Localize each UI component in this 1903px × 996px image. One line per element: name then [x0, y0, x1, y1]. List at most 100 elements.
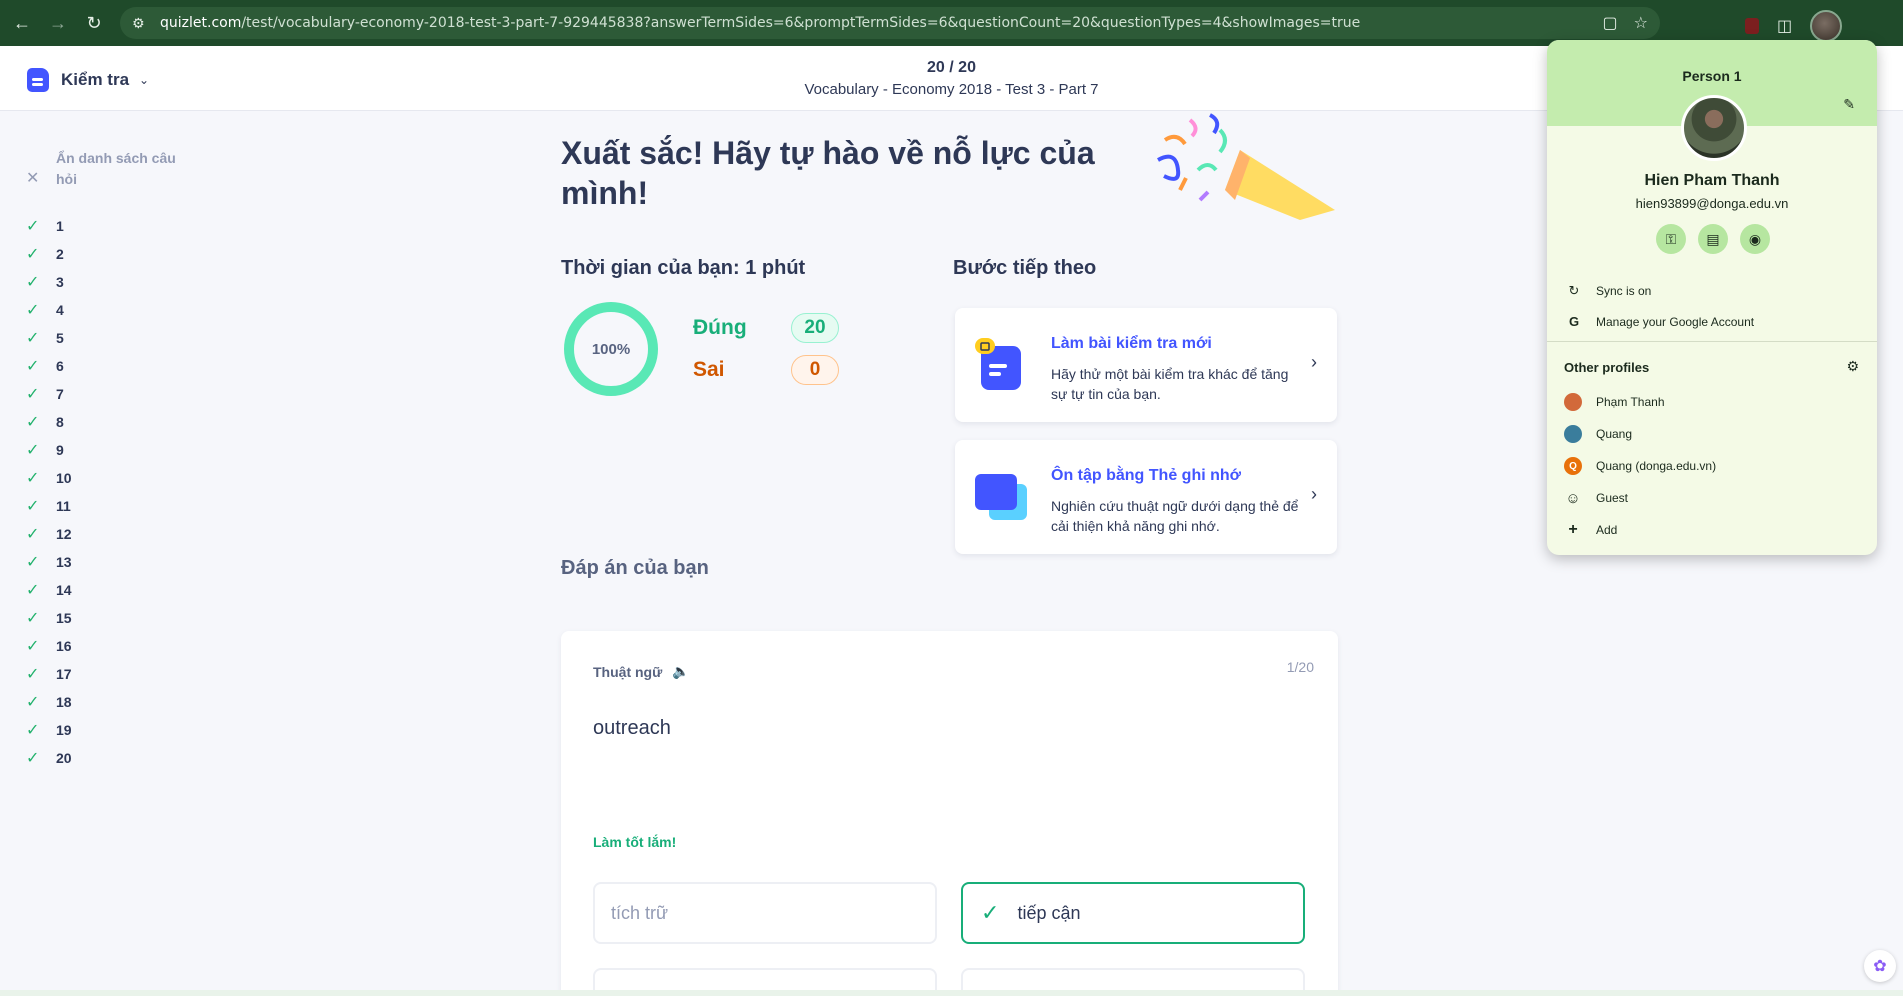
sync-icon: ↻	[1568, 283, 1580, 298]
profile-item-quang-donga[interactable]: Q Quang (donga.edu.vn)	[1564, 457, 1716, 475]
speaker-icon[interactable]: 🔈	[672, 663, 689, 680]
extension-icon[interactable]	[1745, 18, 1759, 34]
question-number: 1	[56, 218, 64, 234]
manage-account-label: Manage your Google Account	[1596, 314, 1755, 329]
result-headline: Xuất sắc! Hãy tự hào về nỗ lực của mình!	[561, 135, 1095, 211]
question-list-item[interactable]: ✓ 17	[26, 660, 186, 688]
back-icon[interactable]: ←	[8, 9, 36, 37]
question-list-item[interactable]: ✓ 11	[26, 492, 186, 520]
question-number: 8	[56, 414, 64, 430]
check-icon: ✓	[26, 638, 40, 655]
check-icon: ✓	[26, 470, 40, 487]
question-list-item[interactable]: ✓ 12	[26, 520, 186, 548]
check-icon: ✓	[26, 274, 40, 291]
feedback-text: Làm tốt lắm!	[593, 834, 677, 850]
question-list-item[interactable]: ✓ 8	[26, 408, 186, 436]
avatar	[1681, 95, 1747, 161]
hide-list-label: Ẩn danh sách câu hỏi	[56, 150, 176, 187]
check-icon: ✓	[26, 498, 40, 515]
profile-item-guest[interactable]: ☺ Guest	[1564, 489, 1628, 507]
url-text[interactable]: quizlet.com/test/vocabulary-economy-2018…	[160, 15, 1360, 31]
question-list-item[interactable]: ✓ 20	[26, 744, 186, 772]
question-number: 11	[56, 498, 71, 514]
answer-option-correct[interactable]: ✓ tiếp cận	[961, 882, 1305, 944]
question-list-item[interactable]: ✓ 19	[26, 716, 186, 744]
question-number: 17	[56, 666, 72, 682]
question-list-item[interactable]: ✓ 16	[26, 632, 186, 660]
question-sidebar: ✕ Ẩn danh sách câu hỏi ✓ 1 ✓ 2 ✓ 3 ✓ 4 ✓ 5 ✓ 6 ✓ 7 ✓ 8 ✓…	[26, 148, 186, 772]
question-list-item[interactable]: ✓ 3	[26, 268, 186, 296]
question-number: 4	[56, 302, 64, 318]
gear-icon[interactable]: ⚙	[1846, 358, 1859, 375]
profile-item-pham-thanh[interactable]: Phạm Thanh	[1564, 393, 1665, 411]
chevron-right-icon: ›	[1311, 484, 1317, 504]
check-icon: ✓	[26, 414, 40, 431]
bookmark-star-icon[interactable]: ☆	[1634, 13, 1648, 33]
address-pin-icon[interactable]: ◉	[1740, 224, 1770, 254]
question-number: 14	[56, 582, 72, 598]
score-ring: 100%	[564, 302, 658, 396]
question-list-item[interactable]: ✓ 2	[26, 240, 186, 268]
person-label: Person 1	[1682, 68, 1742, 84]
new-test-desc: Hãy thử một bài kiểm tra khác để tăng sự…	[1051, 366, 1289, 402]
close-icon: ✕	[26, 170, 40, 187]
question-list: ✓ 1 ✓ 2 ✓ 3 ✓ 4 ✓ 5 ✓ 6 ✓ 7 ✓ 8 ✓ 9 ✓ 10 ✓ 11 ✓ 12 ✓ 13 ✓ 14 ✓ 15 ✓ 16 ✓…	[26, 212, 186, 772]
reload-icon[interactable]: ↻	[80, 9, 108, 37]
profile-avatar-button[interactable]	[1810, 10, 1843, 42]
manage-account-row[interactable]: G Manage your Google Account	[1564, 314, 1754, 329]
wrong-label: Sai	[693, 358, 725, 381]
question-list-item[interactable]: ✓ 4	[26, 296, 186, 324]
assistant-icon[interactable]: ✿	[1864, 950, 1896, 982]
question-number: 19	[56, 722, 72, 738]
question-list-item[interactable]: ✓ 5	[26, 324, 186, 352]
password-key-icon[interactable]: ⚿	[1656, 224, 1686, 254]
question-number: 16	[56, 638, 72, 654]
check-icon: ✓	[26, 386, 40, 403]
question-list-item[interactable]: ✓ 7	[26, 380, 186, 408]
edit-pencil-icon[interactable]: ✎	[1843, 96, 1855, 113]
question-list-item[interactable]: ✓ 1	[26, 212, 186, 240]
question-number: 13	[56, 554, 72, 570]
install-app-icon[interactable]: ▢	[1603, 13, 1618, 33]
check-icon: ✓	[26, 246, 40, 263]
sync-status-row[interactable]: ↻ Sync is on	[1564, 283, 1652, 299]
question-number: 9	[56, 442, 64, 458]
question-number: 20	[56, 750, 72, 766]
avatar	[1564, 425, 1582, 443]
question-list-item[interactable]: ✓ 18	[26, 688, 186, 716]
payment-card-icon[interactable]: ▤	[1698, 224, 1728, 254]
flashcards-title: Ôn tập bằng Thẻ ghi nhớ	[1051, 467, 1242, 484]
wrong-score: Sai 0	[693, 355, 839, 385]
question-number: 7	[56, 386, 64, 402]
add-profile-row[interactable]: + Add	[1564, 521, 1617, 539]
question-list-item[interactable]: ✓ 15	[26, 604, 186, 632]
new-test-card[interactable]: Làm bài kiểm tra mới Hãy thử một bài kiể…	[955, 308, 1337, 422]
question-number: 10	[56, 470, 72, 486]
profile-item-label: Quang (donga.edu.vn)	[1596, 459, 1717, 473]
check-icon: ✓	[26, 218, 40, 235]
flashcards-card[interactable]: Ôn tập bằng Thẻ ghi nhớ Nghiên cứu thuật…	[955, 440, 1337, 554]
question-list-item[interactable]: ✓ 13	[26, 548, 186, 576]
plus-icon: +	[1568, 521, 1578, 538]
time-title: Thời gian của bạn: 1 phút	[561, 257, 806, 279]
question-list-item[interactable]: ✓ 6	[26, 352, 186, 380]
profile-item-quang[interactable]: Quang	[1564, 425, 1632, 443]
hide-question-list-button[interactable]: ✕ Ẩn danh sách câu hỏi	[26, 148, 186, 190]
check-icon: ✓	[26, 666, 40, 683]
forward-icon[interactable]: →	[44, 9, 72, 37]
address-bar[interactable]: ⚙ quizlet.com/test/vocabulary-economy-20…	[120, 7, 1660, 39]
question-list-item[interactable]: ✓ 10	[26, 464, 186, 492]
extensions-puzzle-icon[interactable]: ◫	[1777, 16, 1792, 36]
answers-title: Đáp án của bạn	[561, 557, 709, 579]
check-icon: ✓	[26, 722, 40, 739]
question-list-item[interactable]: ✓ 14	[26, 576, 186, 604]
score-percent: 100%	[591, 340, 631, 358]
correct-count-badge: 20	[791, 313, 839, 343]
check-icon: ✓	[26, 750, 40, 767]
question-list-item[interactable]: ✓ 9	[26, 436, 186, 464]
site-info-icon[interactable]: ⚙	[132, 15, 154, 32]
option-text: tích trữ	[611, 902, 669, 923]
answer-option[interactable]: tích trữ	[593, 882, 937, 944]
new-test-title: Làm bài kiểm tra mới	[1051, 335, 1212, 352]
google-g-icon: G	[1568, 314, 1580, 329]
